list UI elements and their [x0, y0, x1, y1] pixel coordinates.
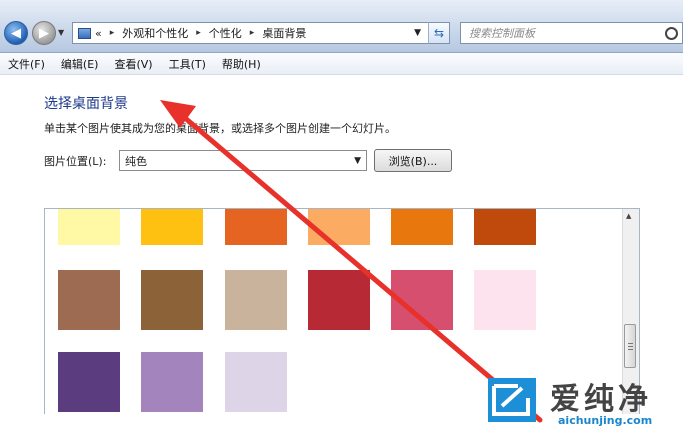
- watermark-title: 爱纯净: [550, 382, 652, 417]
- logo-glyph-icon: [492, 384, 530, 416]
- watermark: 爱纯净 aichunjing.com: [488, 372, 683, 432]
- watermark-domain: aichunjing.com: [558, 414, 653, 427]
- red-annotation-arrow: [160, 100, 543, 423]
- arrow-shaft: [175, 109, 543, 423]
- watermark-logo: [488, 378, 536, 422]
